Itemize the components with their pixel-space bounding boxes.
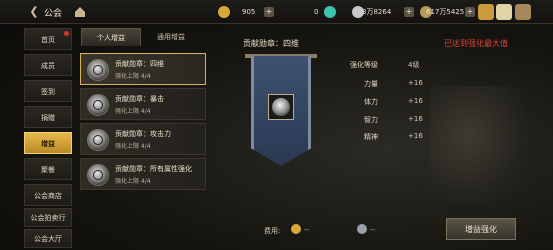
stat-row: 精神 +16 — [364, 132, 423, 141]
back-arrow-icon[interactable]: ❮ — [24, 4, 44, 20]
buff-list-item[interactable]: 贡献勋章：攻击力 强化上限 4/4 — [80, 123, 206, 155]
add-silver-button[interactable]: + — [404, 7, 414, 17]
mail-icon[interactable] — [478, 4, 494, 20]
add-gold-button[interactable]: + — [264, 7, 274, 17]
background-horse-silhouette — [430, 86, 530, 206]
notification-dot — [64, 31, 69, 36]
tab-general-buff[interactable]: 通用增益 — [141, 28, 201, 46]
medal-icon — [87, 164, 109, 186]
enhance-buff-button[interactable]: 增益强化 — [446, 218, 516, 240]
sidebar-item-feast[interactable]: 聚餐 — [24, 158, 72, 180]
home-icon[interactable] — [73, 5, 87, 19]
sidebar-item-members[interactable]: 成员 — [24, 54, 72, 76]
resource-gold: 905 + — [218, 5, 276, 19]
stat-row: 智力 +16 — [364, 115, 423, 124]
page-title: 公会 — [44, 9, 63, 19]
gold-coin-icon — [291, 224, 301, 234]
diamond-icon[interactable] — [324, 6, 336, 18]
medal-icon — [87, 94, 109, 116]
sidebar-item-donate[interactable]: 捐赠 — [24, 106, 72, 128]
menu-icon[interactable] — [515, 4, 531, 20]
cost-label: 费用: — [264, 227, 281, 235]
buff-list: 贡献勋章：四维 强化上限 4/4 贡献勋章：暴击 强化上限 4/4 贡献勋章：攻… — [80, 47, 210, 242]
guild-buff-screen: ❮ 公会 905 + 0 3万8264 + 617万5425 + 首页 成员 签… — [0, 0, 553, 250]
stat-row: 体力 +16 — [364, 97, 423, 106]
tab-personal-buff[interactable]: 个人增益 — [81, 28, 141, 46]
buff-list-item[interactable]: 贡献勋章：暴击 强化上限 4/4 — [80, 88, 206, 120]
silver-icon — [357, 224, 367, 234]
top-bar: ❮ 公会 905 + 0 3万8264 + 617万5425 + — [0, 0, 553, 24]
sidebar-item-home[interactable]: 首页 — [24, 28, 72, 50]
sidebar-nav: 首页 成员 签到 捐赠 增益 聚餐 公会商店 公会拍卖行 公会大厅 — [24, 25, 74, 250]
buff-list-item[interactable]: 贡献勋章：四维 强化上限 4/4 — [80, 53, 206, 85]
gold-coin-icon — [218, 6, 230, 18]
detail-title: 贡献勋章：四维 — [243, 39, 299, 48]
cost-value: -- — [304, 226, 310, 234]
cost-value: -- — [370, 226, 376, 234]
sidebar-item-auction[interactable]: 公会拍卖行 — [24, 208, 72, 227]
medal-icon — [87, 59, 109, 81]
stat-row: 力量 +16 — [364, 79, 423, 88]
add-coins-button[interactable]: + — [465, 7, 475, 17]
medal-icon — [87, 129, 109, 151]
sidebar-item-shop[interactable]: 公会商店 — [24, 184, 72, 206]
resource-silver: 3万8264 + — [352, 5, 418, 19]
medal-icon — [268, 94, 294, 120]
sidebar-item-hall[interactable]: 公会大厅 — [24, 229, 72, 248]
resource-diamond: 0 — [288, 5, 338, 19]
chat-icon[interactable] — [496, 4, 512, 20]
buff-list-item[interactable]: 贡献勋章：所有属性强化 强化上限 4/4 — [80, 158, 206, 190]
stat-row: 强化等级 4级 — [350, 61, 420, 69]
sidebar-item-signin[interactable]: 签到 — [24, 80, 72, 102]
max-level-notice: 已达到强化最大值 — [444, 39, 508, 48]
resource-coins: 617万5425 + — [420, 5, 475, 19]
sidebar-item-buff[interactable]: 增益 — [24, 132, 72, 154]
